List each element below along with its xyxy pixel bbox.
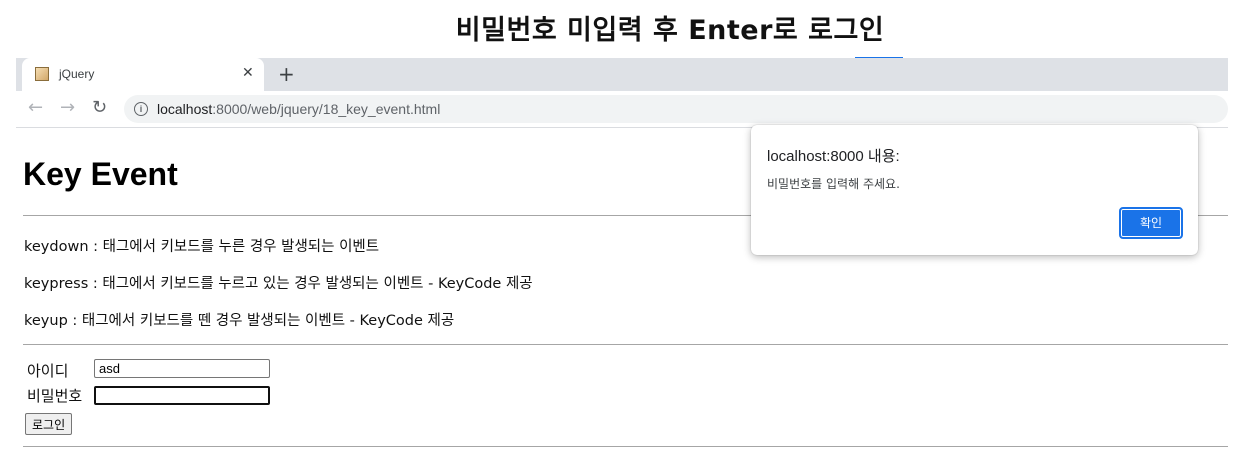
- dialog-message: 비밀번호를 입력해 주세요.: [767, 177, 900, 191]
- ok-button[interactable]: 확인: [1119, 207, 1183, 239]
- url-text: localhost:8000/web/jquery/18_key_event.h…: [157, 101, 440, 117]
- address-bar[interactable]: i localhost:8000/web/jquery/18_key_event…: [124, 95, 1228, 123]
- jquery-favicon-icon: [35, 67, 49, 81]
- forward-arrow-icon[interactable]: →: [60, 98, 75, 118]
- url-path: :8000/web/jquery/18_key_event.html: [212, 101, 441, 117]
- browser-tab[interactable]: jQuery ✕: [22, 58, 264, 91]
- id-label: 아이디: [27, 362, 69, 380]
- browser-tabstrip: jQuery ✕ +: [16, 58, 1228, 91]
- divider: [23, 344, 1228, 345]
- reload-icon[interactable]: ↻: [92, 98, 107, 118]
- id-input[interactable]: [94, 359, 270, 378]
- dialog-title: localhost:8000 내용:: [767, 148, 900, 165]
- browser-toolbar: ← → ↻ i localhost:8000/web/jquery/18_key…: [16, 91, 1228, 128]
- info-icon[interactable]: i: [134, 102, 148, 116]
- url-host: localhost: [157, 101, 213, 117]
- description-keydown: keydown : 태그에서 키보드를 누른 경우 발생되는 이벤트: [24, 239, 380, 255]
- login-button[interactable]: 로그인: [25, 413, 73, 435]
- page-heading: Key Event: [23, 156, 178, 192]
- password-input[interactable]: [94, 386, 270, 405]
- back-arrow-icon[interactable]: ←: [28, 98, 43, 118]
- new-tab-icon[interactable]: +: [278, 62, 295, 86]
- slide-title: 비밀번호 미입력 후 Enter로 로그인: [455, 15, 885, 46]
- password-label: 비밀번호: [27, 387, 83, 405]
- divider: [23, 446, 1228, 447]
- description-keyup: keyup : 태그에서 키보드를 뗀 경우 발생되는 이벤트 - KeyCod…: [24, 313, 455, 329]
- tab-title: jQuery: [59, 67, 95, 81]
- alert-dialog: localhost:8000 내용: 비밀번호를 입력해 주세요. 확인: [751, 125, 1198, 255]
- close-icon[interactable]: ✕: [242, 64, 254, 81]
- description-keypress: keypress : 태그에서 키보드를 누르고 있는 경우 발생되는 이벤트 …: [24, 276, 533, 292]
